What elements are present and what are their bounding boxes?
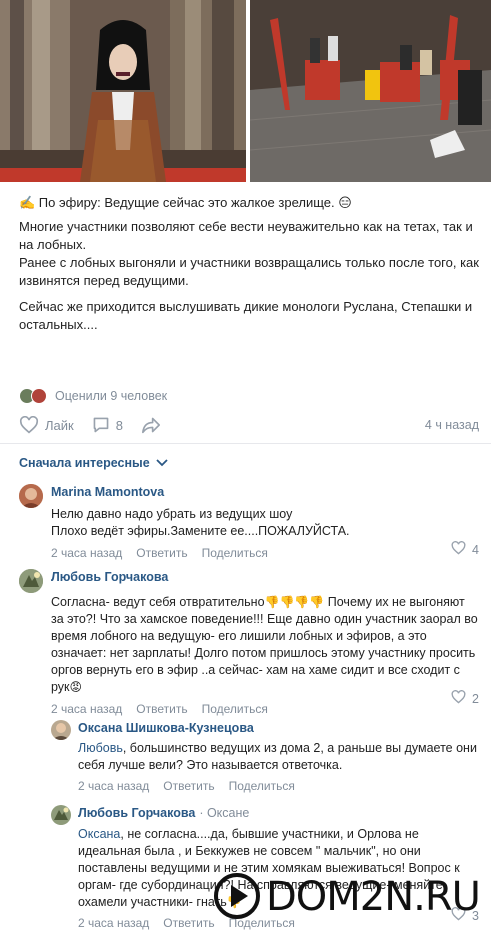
share-button[interactable] xyxy=(141,416,161,434)
comment: Marina Mamontova Нелю давно надо убрать … xyxy=(19,484,479,560)
sort-label: Сначала интересные xyxy=(19,456,150,470)
comment-author[interactable]: Оксана Шишкова-Кузнецова xyxy=(78,720,479,736)
comment-text-part: , не согласна....да, бывшие участники, и… xyxy=(78,827,460,909)
comment-like-count: 4 xyxy=(472,542,479,557)
reaction-avatars xyxy=(19,388,47,404)
comment-text: Согласна- ведут себя отвратительно👎👎👎👎 П… xyxy=(51,594,479,696)
post-paragraph: Ранее с лобных выгоняли и участники возв… xyxy=(19,255,479,288)
comment-like-button[interactable]: 4 xyxy=(451,541,479,558)
post-photos[interactable] xyxy=(0,0,491,182)
avatar xyxy=(31,388,47,404)
comment-reply: Оксана Шишкова-Кузнецова Любовь, большин… xyxy=(51,720,479,793)
reply-button[interactable]: Ответить xyxy=(163,916,214,930)
comment-text: Любовь, большинство ведущих из дома 2, а… xyxy=(78,740,479,774)
comments-sort[interactable]: Сначала интересные xyxy=(19,456,168,470)
share-comment-button[interactable]: Поделиться xyxy=(229,916,295,930)
reply-to-label[interactable]: · Оксане xyxy=(199,806,249,820)
comment-reply: Любовь Горчакова · Оксане Оксана, не согл… xyxy=(51,805,479,930)
post-time[interactable]: 4 ч назад xyxy=(425,418,479,432)
comment-author[interactable]: Любовь Горчакова xyxy=(78,806,195,820)
thumbs-down-emoji: 👎👎👎👎 xyxy=(264,595,325,609)
post-photo-host[interactable] xyxy=(0,0,246,182)
comment-meta: 2 часа назад Ответить Поделиться xyxy=(78,779,479,793)
comments-count: 8 xyxy=(115,417,123,433)
chevron-down-icon xyxy=(156,456,168,470)
share-comment-button[interactable]: Поделиться xyxy=(202,702,268,716)
avatar[interactable] xyxy=(51,720,71,740)
reply-button[interactable]: Ответить xyxy=(163,779,214,793)
comment-time[interactable]: 2 часа назад xyxy=(51,702,122,716)
like-label: Лайк xyxy=(45,417,74,433)
avatar[interactable] xyxy=(51,805,71,825)
comment-like-button[interactable]: 3 xyxy=(451,907,479,924)
like-button[interactable]: Лайк xyxy=(19,416,74,434)
comment-time[interactable]: 2 часа назад xyxy=(78,916,149,930)
avatar[interactable] xyxy=(19,569,43,593)
avatar[interactable] xyxy=(19,484,43,508)
heart-icon xyxy=(19,416,39,434)
comment-text-part: Согласна- ведут себя отвратительно xyxy=(51,595,265,609)
comment: Любовь Горчакова Согласна- ведут себя от… xyxy=(19,569,479,716)
comment-like-count: 3 xyxy=(472,908,479,923)
share-comment-button[interactable]: Поделиться xyxy=(229,779,295,793)
reactions-summary[interactable]: Оценили 9 человек xyxy=(19,388,167,404)
comment-text: Оксана, не согласна....да, бывшие участн… xyxy=(78,826,479,911)
comment-text-part: Почему их не выгоняют за это?! Что за ха… xyxy=(51,595,478,694)
comment-like-count: 2 xyxy=(472,691,479,706)
heart-icon xyxy=(451,541,466,558)
comment-text-part: , большинство ведущих из дома 2, а раньш… xyxy=(78,741,477,772)
divider xyxy=(0,443,491,444)
reply-address[interactable]: Любовь xyxy=(78,741,123,755)
reply-address[interactable]: Оксана xyxy=(78,827,120,841)
post-paragraph: Многие участники позволяют себе вести не… xyxy=(19,219,473,252)
share-comment-button[interactable]: Поделиться xyxy=(202,546,268,560)
rated-count-text[interactable]: Оценили 9 человек xyxy=(55,389,167,403)
post-actions: Лайк 8 4 ч назад xyxy=(19,414,479,436)
comment-meta: 2 часа назад Ответить Поделиться xyxy=(51,546,479,560)
post-text: ✍️ По эфиру: Ведущие сейчас это жалкое з… xyxy=(19,194,479,338)
comment-time[interactable]: 2 часа назад xyxy=(78,779,149,793)
comments-button[interactable]: 8 xyxy=(92,416,123,434)
post-photo-studio[interactable] xyxy=(250,0,491,182)
comment-author-line: Любовь Горчакова · Оксане xyxy=(78,805,479,821)
comment-meta: 2 часа назад Ответить Поделиться xyxy=(78,916,479,930)
post-paragraph: ✍️ По эфиру: Ведущие сейчас это жалкое з… xyxy=(19,195,352,210)
thumbs-down-emoji: 👎 xyxy=(226,895,242,909)
comment-text: Нелю давно надо убрать из ведущих шоу Пл… xyxy=(51,507,350,538)
angry-emoji: 😡 xyxy=(69,680,83,694)
comment-icon xyxy=(92,416,110,434)
share-icon xyxy=(141,416,161,434)
comment-author[interactable]: Marina Mamontova xyxy=(51,484,479,500)
post-paragraph: Сейчас же приходится выслушивать дикие м… xyxy=(19,299,473,332)
comment-time[interactable]: 2 часа назад xyxy=(51,546,122,560)
reply-button[interactable]: Ответить xyxy=(136,702,187,716)
comment-author[interactable]: Любовь Горчакова xyxy=(51,569,479,585)
comment-meta: 2 часа назад Ответить Поделиться xyxy=(51,702,479,716)
heart-icon xyxy=(451,907,466,924)
heart-icon xyxy=(451,690,466,707)
comment-like-button[interactable]: 2 xyxy=(451,690,479,707)
reply-button[interactable]: Ответить xyxy=(136,546,187,560)
